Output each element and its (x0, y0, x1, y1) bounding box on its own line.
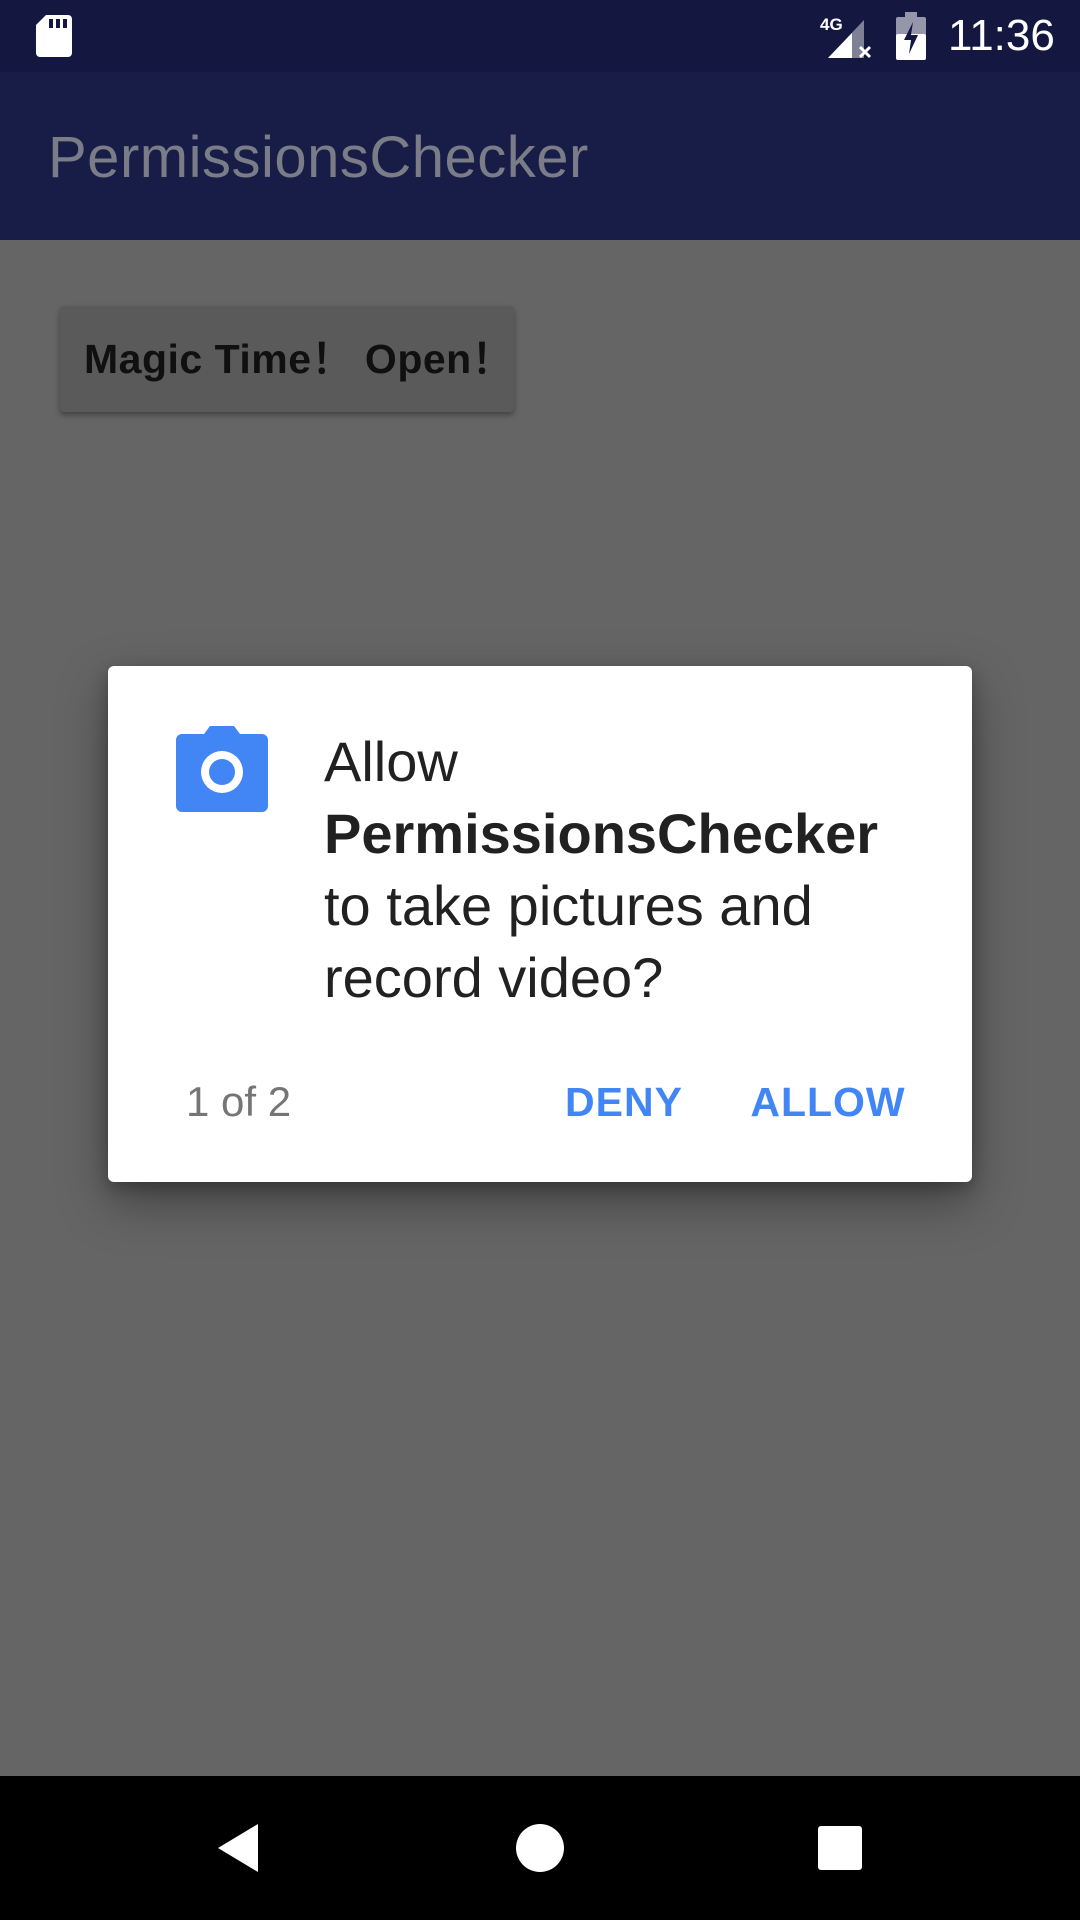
magic-time-button[interactable]: Magic Time！ Open！ (60, 306, 514, 412)
permission-dialog: Allow PermissionsChecker to take picture… (108, 666, 972, 1182)
dialog-message: Allow PermissionsChecker to take picture… (324, 726, 924, 1014)
message-line-1: to take pictures and (324, 874, 813, 937)
signal-no-data-icon: 4G (820, 15, 872, 59)
svg-text:4G: 4G (820, 15, 843, 34)
home-icon[interactable] (496, 1804, 584, 1892)
camera-icon (176, 726, 268, 812)
app-title: PermissionsChecker (48, 125, 589, 190)
navigation-bar (0, 1776, 1080, 1920)
deny-button[interactable]: DENY (548, 1062, 700, 1142)
message-app-name: PermissionsChecker (324, 802, 879, 865)
message-prefix: Allow (324, 730, 458, 793)
page-counter: 1 of 2 (186, 1078, 292, 1125)
app-bar: PermissionsChecker (0, 72, 1080, 240)
message-line-2: record video? (324, 946, 664, 1009)
status-clock: 11:36 (948, 11, 1055, 60)
allow-button[interactable]: ALLOW (728, 1062, 928, 1142)
back-icon[interactable] (196, 1804, 284, 1892)
recents-icon[interactable] (796, 1804, 884, 1892)
sd-card-icon (36, 15, 72, 57)
screen: 4G 11:36 PermissionsChecker Magic Time！ … (0, 0, 1080, 1920)
status-bar: 4G 11:36 (0, 0, 1080, 72)
battery-charging-icon (896, 12, 926, 60)
